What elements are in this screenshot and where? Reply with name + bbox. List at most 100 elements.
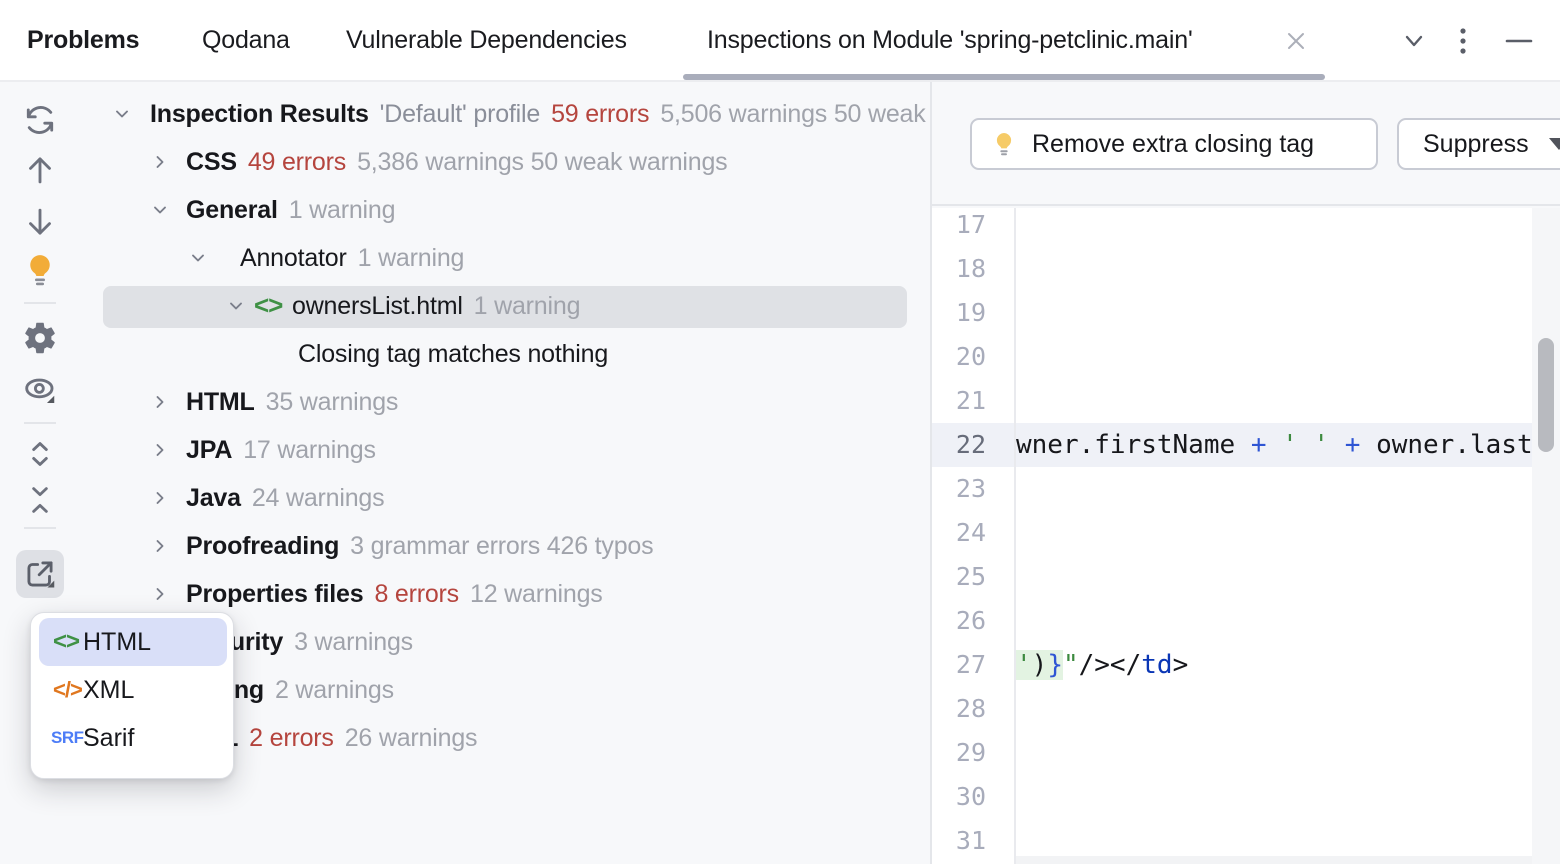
tree-row-label: Closing tag matches nothing <box>298 340 608 368</box>
line-number: 18 <box>932 247 986 291</box>
tab-inspections-on-module[interactable]: Inspections on Module 'spring-petclinic.… <box>707 0 1193 80</box>
xml-file-icon: </> <box>39 677 83 703</box>
tree-row[interactable]: HTML35 warnings <box>0 378 930 426</box>
export-option-xml[interactable]: </>XML <box>39 666 227 714</box>
warning-count: 'Default' profile <box>380 100 540 128</box>
code-token <box>1360 430 1376 460</box>
warning-count: 3 grammar errors 426 typos <box>350 532 653 560</box>
tool-window-header: Problems Qodana Vulnerable Dependencies … <box>0 0 1560 82</box>
line-number: 24 <box>932 511 986 555</box>
code-token: />< <box>1079 650 1126 680</box>
line-number: 20 <box>932 335 986 379</box>
preview-action-bar: Remove extra closing tag Suppress <box>932 82 1560 206</box>
error-count: 2 errors <box>249 724 334 752</box>
code-token: owner.last <box>1376 430 1532 460</box>
export-option-html[interactable]: <>HTML <box>39 618 227 666</box>
warning-count: 35 warnings <box>266 388 399 416</box>
code-token: + <box>1345 430 1361 460</box>
chevron-down-icon[interactable] <box>112 104 132 124</box>
tree-row-label: ownersList.html <box>292 292 463 320</box>
code-token: td <box>1141 650 1172 680</box>
line-number: 31 <box>932 819 986 863</box>
more-options-icon[interactable] <box>1456 28 1470 54</box>
chevron-right-icon[interactable] <box>150 536 170 556</box>
tree-row[interactable]: General1 warning <box>0 186 930 234</box>
warning-count: 5,386 warnings 50 weak warnings <box>357 148 727 176</box>
warning-count: 12 warnings <box>470 580 603 608</box>
chevron-right-icon[interactable] <box>150 584 170 604</box>
tree-row-label: Annotator <box>240 244 347 272</box>
chevron-right-icon[interactable] <box>150 488 170 508</box>
tree-row-label: Proofreading <box>186 532 339 560</box>
hide-icon[interactable] <box>1504 28 1534 54</box>
editor-scrollbar-thumb[interactable] <box>1538 338 1554 452</box>
line-number: 21 <box>932 379 986 423</box>
tab-qodana[interactable]: Qodana <box>202 0 290 80</box>
tree-row-label: Java <box>186 484 241 512</box>
lightbulb-icon <box>990 130 1018 158</box>
chevron-down-icon[interactable] <box>150 200 170 220</box>
code-token: > <box>1173 650 1189 680</box>
line-number: 25 <box>932 555 986 599</box>
chevron-down-icon[interactable] <box>226 296 246 316</box>
tree-row[interactable]: Java24 warnings <box>0 474 930 522</box>
tree-row[interactable]: JPA17 warnings <box>0 426 930 474</box>
export-option-sarif[interactable]: SRFSarif <box>39 714 227 762</box>
chevron-right-icon[interactable] <box>150 152 170 172</box>
line-number: 17 <box>932 203 986 247</box>
export-format-popup: <>HTML</>XMLSRFSarif <box>30 612 234 779</box>
code-preview-editor[interactable] <box>932 208 1560 864</box>
line-number: 30 <box>932 775 986 819</box>
error-count: 49 errors <box>248 148 346 176</box>
triangle-down-icon <box>1549 138 1560 150</box>
gutter-separator <box>1014 208 1016 864</box>
tree-row-label: Inspection Results <box>150 100 369 128</box>
close-icon[interactable] <box>1284 29 1308 53</box>
chevron-right-icon[interactable] <box>150 392 170 412</box>
error-count: 8 errors <box>374 580 459 608</box>
html-file-icon: <> <box>39 628 83 656</box>
export-option-label: XML <box>83 676 134 705</box>
code-token: + <box>1251 430 1267 460</box>
line-number: 26 <box>932 599 986 643</box>
code-line[interactable]: ')}"/></td> <box>1016 643 1532 687</box>
highlighted-token: ' <box>1016 650 1032 680</box>
highlighted-token: ) <box>1032 650 1048 680</box>
html-file-icon: <> <box>254 282 282 330</box>
warning-count: 1 warning <box>474 292 581 320</box>
active-tab-underline <box>683 74 1325 80</box>
line-number: 27 <box>932 643 986 687</box>
tab-vulnerable-dependencies[interactable]: Vulnerable Dependencies <box>346 0 627 80</box>
warning-count: 5,506 warnings 50 weak warnings <box>660 100 930 128</box>
export-option-label: Sarif <box>83 724 134 753</box>
chevron-down-icon[interactable] <box>188 248 208 268</box>
tree-row-label: CSS <box>186 148 237 176</box>
editor-scrollbar-track[interactable] <box>1532 208 1560 864</box>
code-token: " <box>1063 650 1079 680</box>
tree-row[interactable]: CSS 49 errors 5,386 warnings 50 weak warni… <box>0 138 930 186</box>
problems-tool-window: { "tabs": [ {"label": "Problems", "activ… <box>0 0 1560 864</box>
code-token <box>1329 430 1345 460</box>
tree-row[interactable]: <> ownersList.html 1 warning <box>0 282 930 330</box>
tree-row[interactable]: Proofreading 3 grammar errors 426 typos <box>0 522 930 570</box>
chevron-right-icon[interactable] <box>150 440 170 460</box>
warning-count: 1 warning <box>358 244 465 272</box>
tree-row-label: JPA <box>186 436 232 464</box>
export-option-label: HTML <box>83 628 151 657</box>
tree-row-label: Properties files <box>186 580 363 608</box>
warning-count: 3 warnings <box>294 628 413 656</box>
code-token <box>1266 430 1282 460</box>
code-line[interactable]: wner.firstName + ' ' + owner.last <box>1016 423 1532 467</box>
tree-row-label: General <box>186 196 278 224</box>
remove-extra-closing-tag-button[interactable]: Remove extra closing tag <box>970 118 1378 170</box>
tree-row[interactable]: Annotator 1 warning <box>0 234 930 282</box>
tree-row[interactable]: Inspection Results'Default' profile59 er… <box>0 90 930 138</box>
tab-problems[interactable]: Problems <box>27 0 139 80</box>
tree-row[interactable]: Properties files 8 errors 12 warnings <box>0 570 930 618</box>
chevron-down-icon[interactable] <box>1400 28 1428 54</box>
code-token: / <box>1126 650 1142 680</box>
problem-message-row[interactable]: Closing tag matches nothing <box>0 330 930 378</box>
suppress-button[interactable]: Suppress <box>1397 118 1560 170</box>
highlighted-token: } <box>1047 650 1063 680</box>
line-number: 29 <box>932 731 986 775</box>
